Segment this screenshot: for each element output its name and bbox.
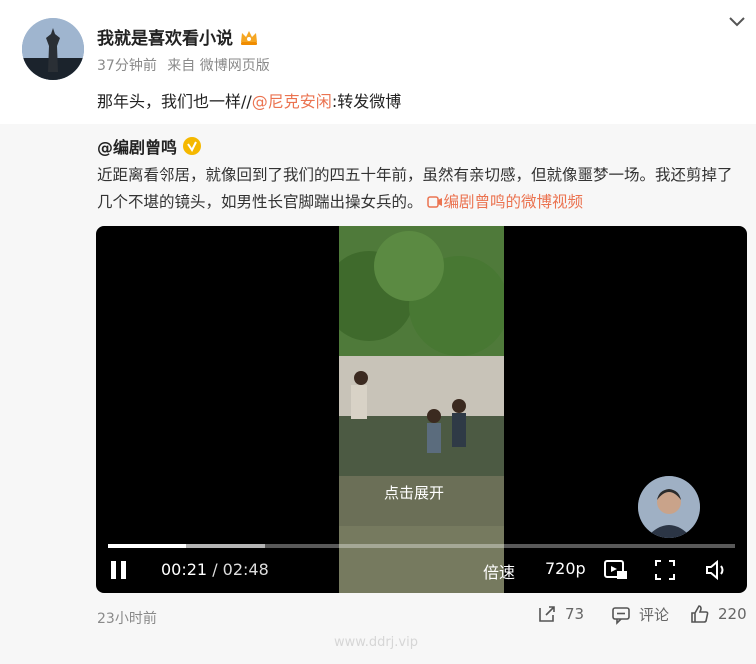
- user-avatar[interactable]: [22, 18, 84, 80]
- weibo-post: 我就是喜欢看小说 37分钟前 来自 微博网页版 那年头，我们也一样//@尼克安闲…: [0, 0, 756, 124]
- vip-crown-icon: [239, 28, 259, 46]
- quality-button[interactable]: 720p: [545, 559, 586, 578]
- picture-in-picture-icon[interactable]: [604, 559, 628, 585]
- speed-button[interactable]: 倍速: [483, 559, 515, 583]
- repost-icon: [539, 606, 555, 622]
- original-author[interactable]: @编剧曾鸣: [97, 134, 202, 158]
- original-text: 近距离看邻居，就像回到了我们的四五十年前，虽然有亲切感，但就像噩梦一场。我还剪掉…: [97, 162, 745, 216]
- volume-icon[interactable]: [705, 559, 729, 585]
- post-text-suffix: :转发微博: [331, 92, 402, 111]
- time-display: 00:21 / 02:48: [161, 560, 269, 579]
- author-avatar-pip[interactable]: [638, 476, 700, 538]
- time-separator: /: [207, 560, 223, 579]
- post-source: 来自 微博网页版: [167, 58, 270, 74]
- like-count: 220: [718, 605, 747, 623]
- like-action[interactable]: 220: [690, 604, 747, 624]
- video-link[interactable]: 编剧曾鸣的微博视频: [427, 193, 583, 211]
- video-link-text[interactable]: 编剧曾鸣的微博视频: [443, 193, 583, 211]
- post-text-prefix: 那年头，我们也一样//: [97, 92, 252, 111]
- fullscreen-icon[interactable]: [654, 559, 676, 585]
- progress-played: [108, 544, 187, 548]
- post-time[interactable]: 37分钟前: [97, 58, 157, 74]
- original-text-body: 近距离看邻居，就像回到了我们的四五十年前，虽然有亲切感，但就像噩梦一场。我还剪掉…: [97, 166, 733, 211]
- video-player[interactable]: 点击展开 00:21 / 02:48 倍速 720p: [96, 226, 747, 593]
- reposted-content: @编剧曾鸣 近距离看邻居，就像回到了我们的四五十年前，虽然有亲切感，但就像噩梦一…: [0, 124, 756, 664]
- post-text: 那年头，我们也一样//@尼克安闲:转发微博: [97, 88, 401, 112]
- username-text[interactable]: 我就是喜欢看小说: [97, 24, 233, 49]
- mention-link[interactable]: @尼克安闲: [252, 92, 332, 111]
- duration: 02:48: [222, 560, 269, 579]
- original-author-name[interactable]: @编剧曾鸣: [97, 134, 177, 158]
- repost-count: 73: [565, 605, 585, 623]
- post-meta: 37分钟前 来自 微博网页版: [97, 55, 276, 75]
- pause-icon[interactable]: [108, 559, 130, 585]
- comment-action[interactable]: 评论: [611, 604, 669, 625]
- username[interactable]: 我就是喜欢看小说: [97, 24, 259, 49]
- chevron-down-icon[interactable]: [728, 14, 746, 28]
- video-icon: [427, 196, 443, 208]
- video-frame[interactable]: [339, 226, 504, 593]
- watermark: www.ddrj.vip: [334, 635, 418, 650]
- like-icon: [691, 605, 709, 623]
- comment-label: 评论: [639, 606, 670, 624]
- repost-time[interactable]: 23小时前: [97, 608, 157, 628]
- expand-tip[interactable]: 点击展开: [384, 482, 444, 503]
- progress-track[interactable]: [108, 544, 735, 548]
- repost-action[interactable]: 73: [537, 604, 584, 624]
- current-time: 00:21: [161, 560, 208, 579]
- comment-icon: [612, 606, 630, 625]
- verified-icon: [183, 137, 202, 155]
